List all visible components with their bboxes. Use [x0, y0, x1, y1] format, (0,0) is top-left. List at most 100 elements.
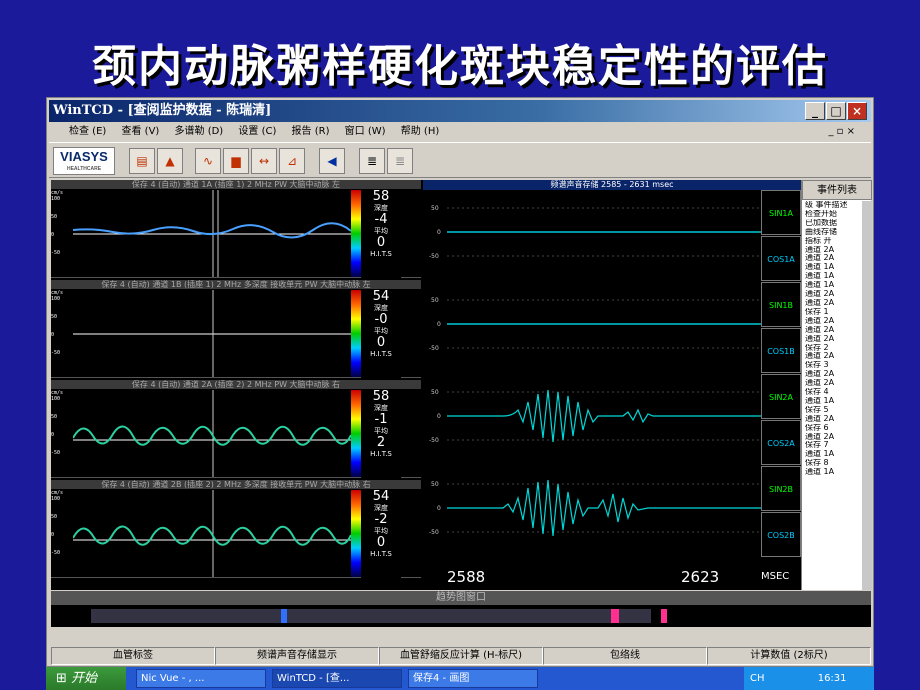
- spectrum-tool-icon[interactable]: ▲: [157, 148, 183, 174]
- pane-readout: 58 深度 -1 平均 2 H.I.T.S: [361, 389, 401, 478]
- event-item[interactable]: 通道 2A: [802, 433, 862, 442]
- event-item[interactable]: 保存 5: [802, 406, 862, 415]
- trend-window[interactable]: 趋势图窗口: [51, 591, 871, 627]
- event-item[interactable]: 通道 2A: [802, 370, 862, 379]
- menu-view[interactable]: 查看 (V): [122, 126, 160, 137]
- end-msec: 2623: [681, 568, 720, 586]
- clock: 16:31: [817, 673, 847, 684]
- svg-text:0: 0: [437, 321, 441, 328]
- menu-doppler[interactable]: 多谱勒 (D): [175, 126, 224, 137]
- event-item[interactable]: 曲线存储: [802, 228, 862, 237]
- event-item[interactable]: 通道 1A: [802, 272, 862, 281]
- close-button[interactable]: ×: [847, 102, 867, 120]
- minimize-button[interactable]: _: [805, 102, 825, 120]
- event-item[interactable]: 保存 3: [802, 361, 862, 370]
- pane-header: 保存 4 (自动) 通道 2A (插座 2) 2 MHz PW 大脑中动脉 右: [51, 380, 421, 389]
- event-list-scrollbar[interactable]: [862, 201, 872, 590]
- doppler-pane-2b[interactable]: 保存 4 (自动) 通道 2B (插座 2) 2 MHz 多深度 接收单元 PW…: [51, 480, 421, 578]
- list-icon[interactable]: ≣: [359, 148, 385, 174]
- event-item[interactable]: 通道 2A: [802, 290, 862, 299]
- time-range: 2588 2623 MSEC: [423, 564, 801, 590]
- maximize-button[interactable]: □: [826, 102, 846, 120]
- event-item[interactable]: 保存 4: [802, 388, 862, 397]
- speaker-icon[interactable]: ◀: [319, 148, 345, 174]
- measure-icon[interactable]: ↔: [251, 148, 277, 174]
- task-paint[interactable]: 保存4 - 画图: [408, 669, 538, 688]
- tab-calc-values[interactable]: 计算数值 (2标尺): [707, 647, 871, 665]
- channel-sin1a: SIN1A: [761, 190, 801, 235]
- event-item[interactable]: 通道 1A: [802, 450, 862, 459]
- pane-header: 保存 4 (自动) 通道 2B (插座 2) 2 MHz 多深度 接收单元 PW…: [51, 480, 421, 489]
- menu-check[interactable]: 检查 (E): [69, 126, 106, 137]
- event-item[interactable]: 通道 2A: [802, 415, 862, 424]
- event-list[interactable]: 级 事件描述 检查开始 已加数据 曲线存储 指标 开通道 2A 通道 2A 通道 1A 通道 …: [802, 201, 862, 581]
- channel-cos2b: COS2B: [761, 512, 801, 557]
- pane-readout: 54 深度 -2 平均 0 H.I.T.S: [361, 489, 401, 578]
- event-item[interactable]: 检查开始: [802, 210, 862, 219]
- mca-icon[interactable]: ⊿: [279, 148, 305, 174]
- wintcd-window[interactable]: WinTCD - [查阅监护数据 - 陈瑞清] _ □ × 检查 (E) 查看 …: [46, 97, 874, 667]
- doppler-pane-1a[interactable]: 保存 4 (自动) 通道 1A (插座 1) 2 MHz PW 大脑中动脉 左 …: [51, 180, 421, 278]
- pane-header: 保存 4 (自动) 通道 1A (插座 1) 2 MHz PW 大脑中动脉 左: [51, 180, 421, 189]
- tab-spectrum-audio[interactable]: 频谱声音存储显示: [215, 647, 379, 665]
- event-item[interactable]: 通道 2A: [802, 326, 862, 335]
- doppler-pane-1b[interactable]: 保存 4 (自动) 通道 1B (插座 1) 2 MHz 多深度 接收单元 PW…: [51, 280, 421, 378]
- status-tabs: 血管标签 频谱声音存储显示 血管舒缩反应计算 (H-标尺) 包络线 计算数值 (…: [51, 647, 871, 665]
- color-scale: [351, 190, 361, 277]
- event-item[interactable]: 指标 开: [802, 237, 862, 246]
- menu-help[interactable]: 帮助 (H): [401, 126, 440, 137]
- window-titlebar[interactable]: WinTCD - [查阅监护数据 - 陈瑞清] _ □ ×: [49, 100, 871, 122]
- trend-strip: [91, 609, 667, 623]
- spectrum-header: 频谱声音存储 2585 - 2631 msec: [423, 180, 801, 190]
- channel-sin1b: SIN1B: [761, 282, 801, 327]
- channel-cos1a: COS1A: [761, 236, 801, 281]
- task-nicvue[interactable]: Nic Vue - , ...: [136, 669, 266, 688]
- list-disabled-icon: ≣: [387, 148, 413, 174]
- event-item[interactable]: 通道 2A: [802, 379, 862, 388]
- svg-text:-50: -50: [429, 345, 439, 352]
- event-item[interactable]: 保存 2: [802, 344, 862, 353]
- waveform-icon[interactable]: ∿: [195, 148, 221, 174]
- doppler-spectrum-trace: [73, 390, 351, 477]
- slide-title: 颈内动脉粥样硬化斑块稳定性的评估: [92, 41, 828, 92]
- event-item[interactable]: 通道 2A: [802, 254, 862, 263]
- menu-report[interactable]: 报告 (R): [292, 126, 330, 137]
- tab-vessel-label[interactable]: 血管标签: [51, 647, 215, 665]
- menu-window[interactable]: 窗口 (W): [345, 126, 386, 137]
- event-item[interactable]: 保存 8: [802, 459, 862, 468]
- language-indicator[interactable]: CH: [750, 673, 765, 684]
- system-tray: CH 16:31: [744, 667, 874, 690]
- velocity-axis: cm/s 100 50 0 -50: [51, 290, 64, 356]
- mdi-controls[interactable]: _ ▫ ×: [828, 123, 855, 141]
- event-item[interactable]: 通道 1A: [802, 263, 862, 272]
- event-item[interactable]: 通道 2A: [802, 246, 862, 255]
- channel-sin2b: SIN2B: [761, 466, 801, 511]
- event-item[interactable]: 通道 2A: [802, 299, 862, 308]
- spectrum-audio-panel[interactable]: 频谱声音存储 2585 - 2631 msec 50 0 -50 50 0 -50 50…: [423, 180, 801, 590]
- event-item[interactable]: 通道 2A: [802, 317, 862, 326]
- event-item[interactable]: 已加数据: [802, 219, 862, 228]
- event-item[interactable]: 通道 1A: [802, 397, 862, 406]
- event-item[interactable]: 通道 1A: [802, 281, 862, 290]
- task-wintcd[interactable]: WinTCD - [查...: [272, 669, 402, 688]
- print-icon[interactable]: ▤: [129, 148, 155, 174]
- tab-envelope[interactable]: 包络线: [543, 647, 707, 665]
- event-item[interactable]: 保存 7: [802, 441, 862, 450]
- histogram-icon[interactable]: ▆: [223, 148, 249, 174]
- event-item[interactable]: 通道 2A: [802, 352, 862, 361]
- tab-vasomotor[interactable]: 血管舒缩反应计算 (H-标尺): [379, 647, 543, 665]
- channel-cos2a: COS2A: [761, 420, 801, 465]
- event-list-panel[interactable]: 事件列表 级 事件描述 检查开始 已加数据 曲线存储 指标 开通道 2A 通道 2A 通道 …: [801, 180, 872, 590]
- start-button[interactable]: ⊞ 开始: [46, 667, 126, 690]
- svg-text:50: 50: [431, 389, 439, 396]
- svg-text:50: 50: [431, 297, 439, 304]
- event-item[interactable]: 保存 6: [802, 424, 862, 433]
- event-item[interactable]: 通道 2A: [802, 335, 862, 344]
- start-msec: 2588: [447, 568, 486, 586]
- event-item[interactable]: 保存 1: [802, 308, 862, 317]
- menu-settings[interactable]: 设置 (C): [238, 126, 276, 137]
- taskbar: ⊞ 开始 Nic Vue - , ... WinTCD - [查... 保存4 …: [46, 667, 874, 690]
- doppler-pane-2a[interactable]: 保存 4 (自动) 通道 2A (插座 2) 2 MHz PW 大脑中动脉 右 …: [51, 380, 421, 478]
- color-scale: [351, 490, 361, 577]
- event-item[interactable]: 通道 1A: [802, 468, 862, 477]
